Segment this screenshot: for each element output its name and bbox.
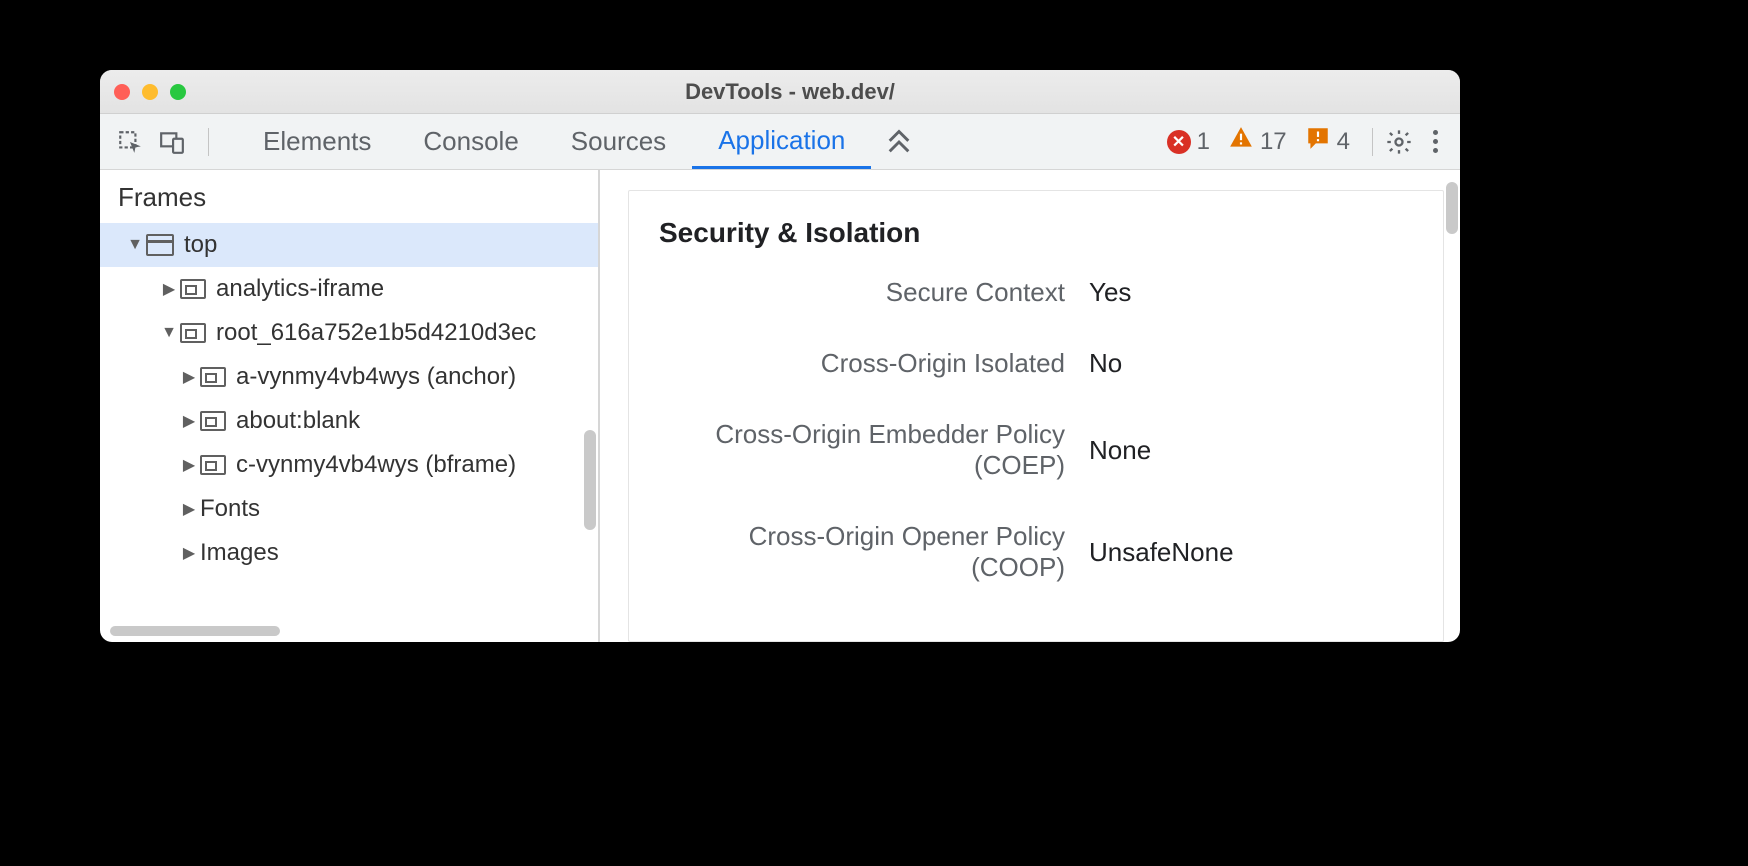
chevron-down-icon: ▼ [128, 236, 142, 254]
warnings-counter[interactable]: 17 [1228, 125, 1287, 158]
kebab-menu-icon[interactable] [1425, 130, 1446, 153]
gear-icon[interactable] [1383, 126, 1415, 158]
chevron-right-icon: ▶ [182, 455, 196, 475]
chevron-right-icon: ▶ [182, 499, 196, 519]
security-isolation-panel: Security & Isolation Secure Context Yes … [628, 190, 1444, 642]
detail-key: Cross-Origin Opener Policy (COOP) [659, 521, 1089, 583]
tab-sources[interactable]: Sources [545, 114, 692, 169]
tree-label: top [184, 231, 217, 259]
toolbar-divider [208, 128, 209, 156]
devtools-window: DevTools - web.dev/ Elements Console Sou… [100, 70, 1460, 642]
status-counters: ✕ 1 17 4 [1167, 125, 1362, 158]
tree-item-root[interactable]: ▼ root_616a752e1b5d4210d3ec [100, 311, 598, 355]
tree-label: Images [200, 539, 279, 567]
inspect-element-icon[interactable] [114, 126, 146, 158]
tree-item-top[interactable]: ▼ top [100, 223, 598, 267]
detail-row: Cross-Origin Isolated No [659, 348, 1413, 379]
chevron-right-icon: ▶ [162, 279, 176, 299]
errors-counter[interactable]: ✕ 1 [1167, 128, 1210, 156]
tree-item-analytics[interactable]: ▶ analytics-iframe [100, 267, 598, 311]
tree-label: root_616a752e1b5d4210d3ec [216, 319, 536, 347]
panel-heading: Security & Isolation [659, 217, 1413, 249]
detail-value: UnsafeNone [1089, 537, 1234, 568]
chevron-down-icon: ▼ [162, 324, 176, 342]
warning-icon [1228, 125, 1254, 158]
sidebar-hscrollbar[interactable] [110, 626, 280, 636]
tree-label: about:blank [236, 407, 360, 435]
iframe-icon [200, 367, 226, 387]
sidebar-vscrollbar[interactable] [584, 430, 596, 530]
warning-count: 17 [1260, 128, 1287, 156]
frame-details-pane: Security & Isolation Secure Context Yes … [600, 170, 1460, 642]
chevron-right-icon: ▶ [182, 367, 196, 387]
toolbar-divider [1372, 128, 1373, 156]
tree-item-child-b[interactable]: ▶ about:blank [100, 399, 598, 443]
detail-value: Yes [1089, 277, 1131, 308]
panel-tabs: Elements Console Sources Application [237, 114, 927, 169]
more-tabs-icon[interactable] [871, 114, 927, 169]
frames-tree: ▼ top ▶ analytics-iframe ▼ root_616a752e… [100, 223, 598, 642]
tree-label: c-vynmy4vb4wys (bframe) [236, 451, 516, 479]
tab-elements[interactable]: Elements [237, 114, 397, 169]
tree-item-fonts[interactable]: ▶ Fonts [100, 487, 598, 531]
window-title: DevTools - web.dev/ [134, 79, 1446, 105]
chevron-right-icon: ▶ [182, 543, 196, 563]
detail-row: Secure Context Yes [659, 277, 1413, 308]
error-count: 1 [1197, 128, 1210, 156]
tree-item-child-a[interactable]: ▶ a-vynmy4vb4wys (anchor) [100, 355, 598, 399]
iframe-icon [200, 455, 226, 475]
devtools-toolbar: Elements Console Sources Application ✕ 1… [100, 114, 1460, 170]
window-titlebar: DevTools - web.dev/ [100, 70, 1460, 114]
frame-icon [146, 234, 174, 256]
iframe-icon [180, 323, 206, 343]
iframe-icon [180, 279, 206, 299]
detail-row: Cross-Origin Opener Policy (COOP) Unsafe… [659, 521, 1413, 583]
tree-label: analytics-iframe [216, 275, 384, 303]
detail-row: Cross-Origin Embedder Policy (COEP) None [659, 419, 1413, 481]
error-icon: ✕ [1167, 130, 1191, 154]
tree-label: Fonts [200, 495, 260, 523]
issues-icon [1305, 125, 1331, 158]
main-vscrollbar[interactable] [1446, 182, 1458, 234]
tab-console[interactable]: Console [397, 114, 544, 169]
chevron-right-icon: ▶ [182, 411, 196, 431]
detail-key: Secure Context [659, 277, 1089, 308]
detail-value: No [1089, 348, 1122, 379]
detail-value: None [1089, 435, 1151, 466]
detail-key: Cross-Origin Isolated [659, 348, 1089, 379]
device-toggle-icon[interactable] [156, 126, 188, 158]
tree-item-images[interactable]: ▶ Images [100, 531, 598, 575]
sidebar-header: Frames [100, 170, 598, 223]
frames-sidebar: Frames ▼ top ▶ analytics-iframe ▼ root_6… [100, 170, 600, 642]
tree-label: a-vynmy4vb4wys (anchor) [236, 363, 516, 391]
tab-application[interactable]: Application [692, 114, 871, 169]
detail-key: Cross-Origin Embedder Policy (COEP) [659, 419, 1089, 481]
close-icon[interactable] [114, 84, 130, 100]
tree-item-child-c[interactable]: ▶ c-vynmy4vb4wys (bframe) [100, 443, 598, 487]
panel-body: Frames ▼ top ▶ analytics-iframe ▼ root_6… [100, 170, 1460, 642]
iframe-icon [200, 411, 226, 431]
issues-count: 4 [1337, 128, 1350, 156]
issues-counter[interactable]: 4 [1305, 125, 1350, 158]
